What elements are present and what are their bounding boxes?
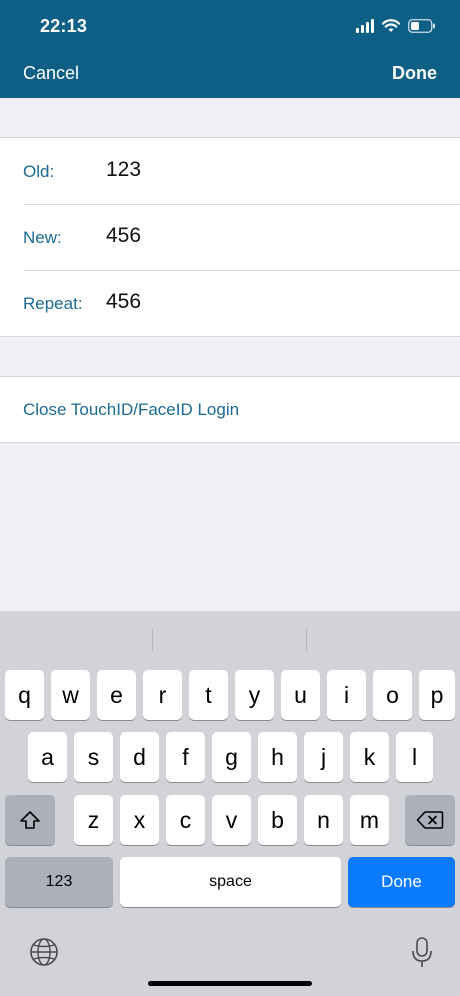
key-p[interactable]: p xyxy=(419,670,455,720)
suggestion-divider xyxy=(306,628,307,652)
key-u[interactable]: u xyxy=(281,670,320,720)
repeat-password-label: Repeat: xyxy=(23,294,83,313)
key-q[interactable]: q xyxy=(5,670,44,720)
status-icons xyxy=(356,16,436,36)
new-password-label: New: xyxy=(23,228,62,247)
shift-icon xyxy=(20,811,40,829)
navigation-header: 22:13 Cancel Done xyxy=(0,0,460,98)
space-key[interactable]: space xyxy=(120,857,341,907)
battery-icon xyxy=(408,19,436,33)
key-b[interactable]: b xyxy=(258,795,297,845)
password-form: Old: 123 New: 456 Repeat: 456 xyxy=(0,137,460,337)
key-r[interactable]: r xyxy=(143,670,182,720)
microphone-icon[interactable] xyxy=(410,936,434,970)
key-y[interactable]: y xyxy=(235,670,274,720)
suggestion-divider xyxy=(152,628,153,652)
backspace-icon xyxy=(416,811,444,829)
new-password-row[interactable]: New: 456 xyxy=(0,204,460,270)
cancel-button[interactable]: Cancel xyxy=(23,63,79,84)
globe-icon[interactable] xyxy=(28,936,60,968)
key-g[interactable]: g xyxy=(212,732,251,782)
key-x[interactable]: x xyxy=(120,795,159,845)
key-l[interactable]: l xyxy=(396,732,433,782)
touchid-action-row[interactable]: Close TouchID/FaceID Login xyxy=(0,376,460,443)
wifi-icon xyxy=(382,19,400,33)
key-h[interactable]: h xyxy=(258,732,297,782)
key-i[interactable]: i xyxy=(327,670,366,720)
repeat-password-field[interactable]: 456 xyxy=(106,290,141,314)
key-v[interactable]: v xyxy=(212,795,251,845)
key-s[interactable]: s xyxy=(74,732,113,782)
key-m[interactable]: m xyxy=(350,795,389,845)
key-e[interactable]: e xyxy=(97,670,136,720)
status-time: 22:13 xyxy=(40,16,88,36)
key-o[interactable]: o xyxy=(373,670,412,720)
cellular-signal-icon xyxy=(356,19,374,33)
suggestion-bar xyxy=(0,611,460,669)
close-touchid-faceid-button[interactable]: Close TouchID/FaceID Login xyxy=(23,400,239,420)
keyboard-done-key[interactable]: Done xyxy=(348,857,455,907)
home-indicator[interactable] xyxy=(148,981,312,986)
key-t[interactable]: t xyxy=(189,670,228,720)
new-password-field[interactable]: 456 xyxy=(106,224,141,248)
shift-key[interactable] xyxy=(5,795,55,845)
keyboard: q w e r t y u i o p a s d f g h j k l z … xyxy=(0,611,460,996)
key-j[interactable]: j xyxy=(304,732,343,782)
key-k[interactable]: k xyxy=(350,732,389,782)
key-n[interactable]: n xyxy=(304,795,343,845)
delete-key[interactable] xyxy=(405,795,455,845)
repeat-password-row[interactable]: Repeat: 456 xyxy=(0,270,460,336)
key-d[interactable]: d xyxy=(120,732,159,782)
key-c[interactable]: c xyxy=(166,795,205,845)
key-a[interactable]: a xyxy=(28,732,67,782)
key-z[interactable]: z xyxy=(74,795,113,845)
key-f[interactable]: f xyxy=(166,732,205,782)
old-password-row[interactable]: Old: 123 xyxy=(0,138,460,204)
done-button[interactable]: Done xyxy=(392,63,437,84)
key-w[interactable]: w xyxy=(51,670,90,720)
old-password-field[interactable]: 123 xyxy=(106,158,141,182)
numbers-key[interactable]: 123 xyxy=(5,857,113,907)
old-password-label: Old: xyxy=(23,162,55,181)
